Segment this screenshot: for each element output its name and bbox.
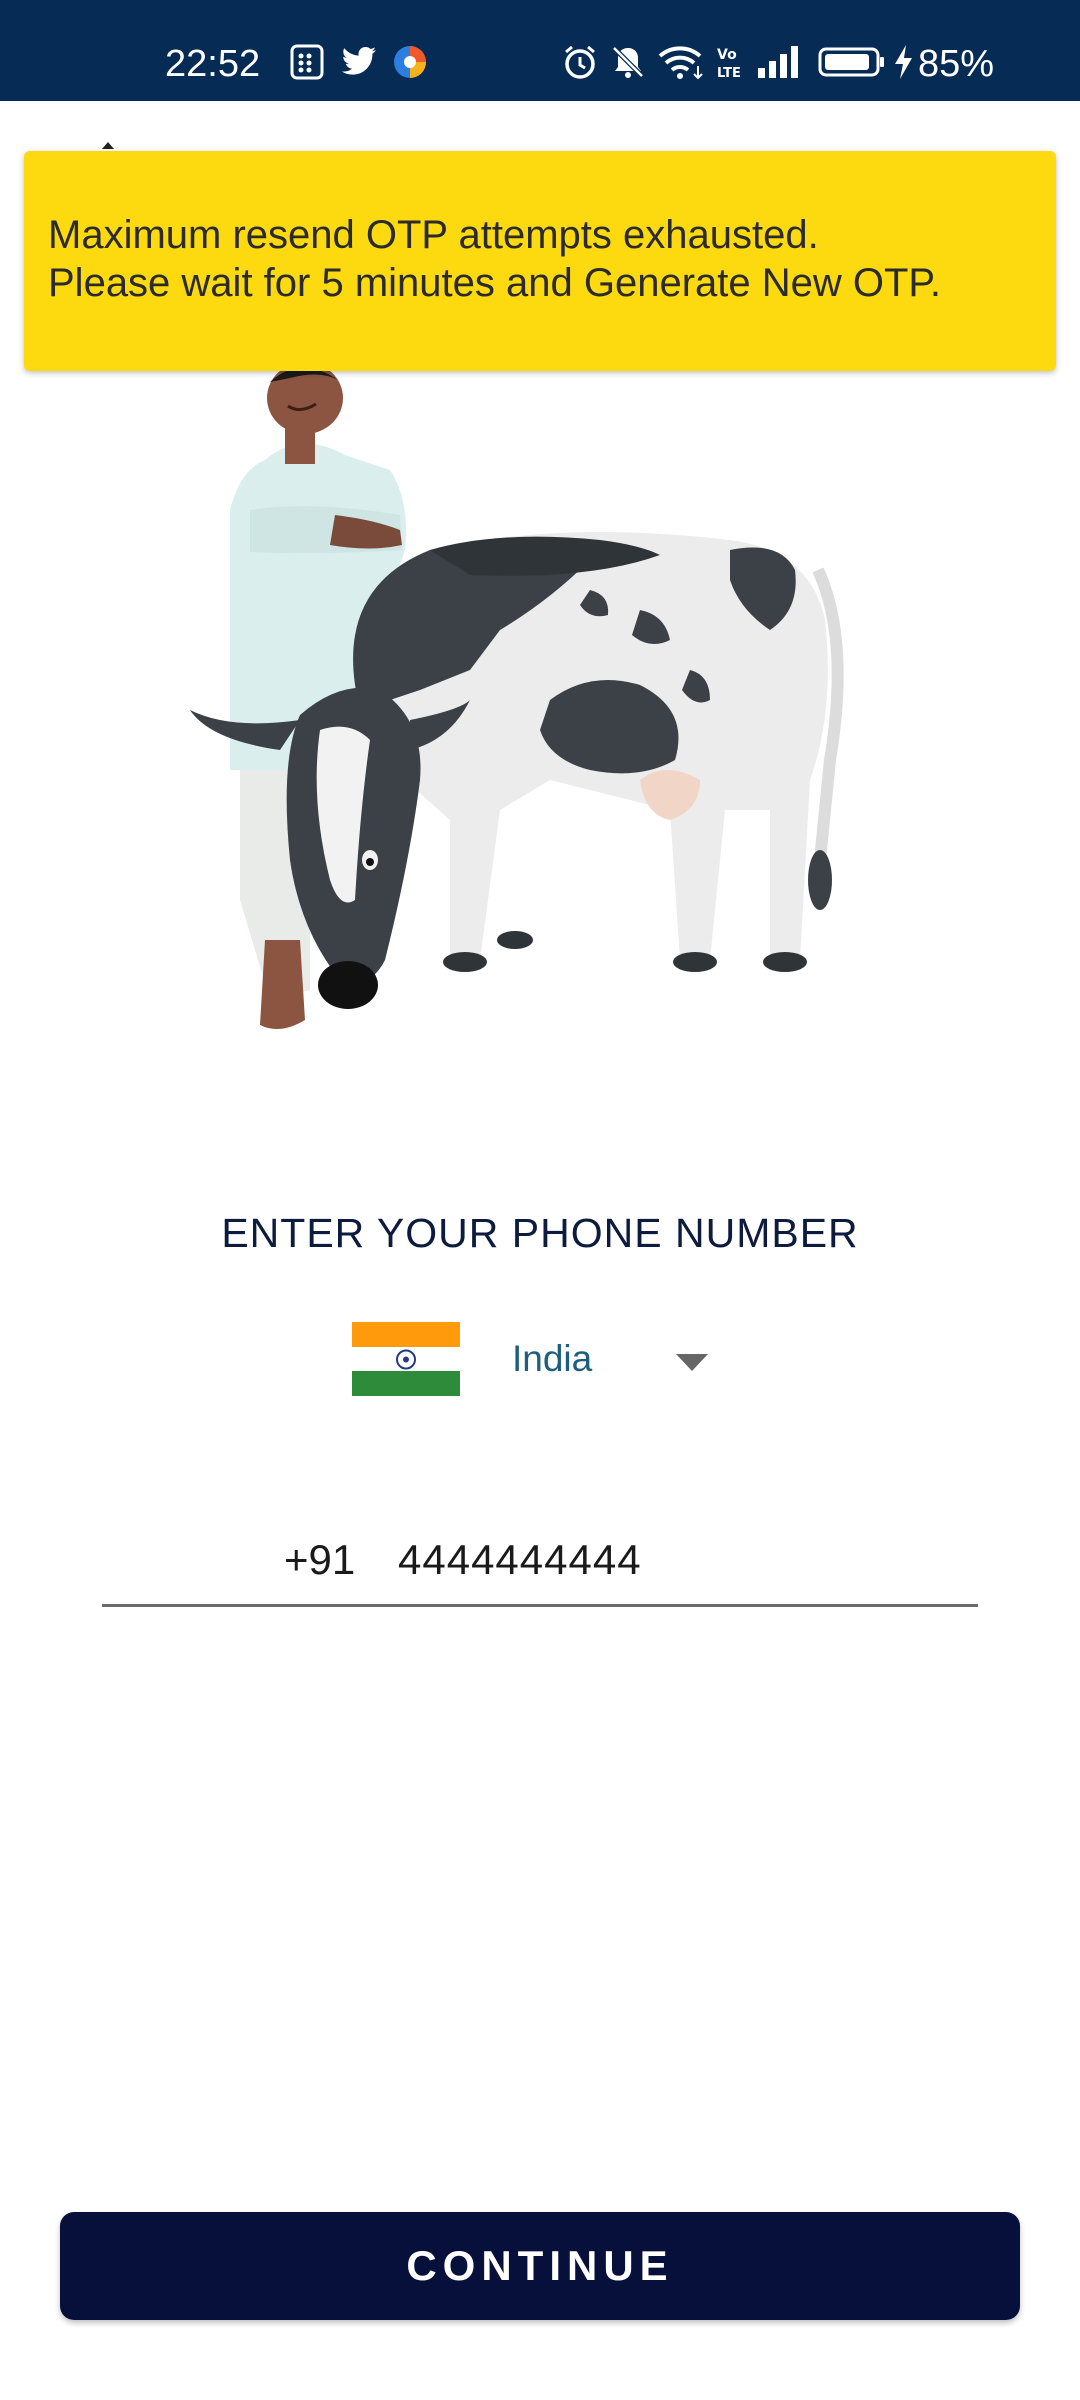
phone-number-input[interactable] [398,1530,958,1590]
alarm-icon [565,45,595,79]
battery-icon [818,47,884,77]
twitter-icon [342,47,376,75]
error-toast: Maximum resend OTP attempts exhausted. P… [24,151,1056,371]
svg-text:LTE: LTE [717,66,741,80]
phone-number-title: ENTER YOUR PHONE NUMBER [221,1210,859,1256]
wifi-icon [658,46,703,80]
chevron-down-icon[interactable] [676,1354,708,1371]
mute-icon [612,46,644,78]
toast-message-line1: Maximum resend OTP attempts exhausted. [48,213,819,257]
status-bar: 22:52 Vo LTE 85% [0,0,1080,101]
phone-number-row: +91 [102,1530,978,1607]
continue-button[interactable]: CONTINUE [60,2212,1020,2320]
india-flag-icon [352,1322,460,1396]
battery-percentage: 85% [918,43,995,85]
farmer-cow-illustration [190,362,844,1029]
toast-message-line2: Please wait for 5 minutes and Generate N… [48,261,942,305]
dial-code: +91 [284,1536,356,1583]
phone-input-underline [102,1604,978,1607]
signal-icon [758,46,798,78]
notification-grid-icon [290,44,324,80]
country-name: India [512,1338,593,1379]
status-time: 22:52 [165,43,261,85]
browser-icon [394,46,426,78]
country-selector[interactable]: India [352,1320,722,1400]
volte-icon: Vo LTE [717,47,741,80]
svg-text:Vo: Vo [717,47,737,63]
charging-icon [895,45,912,79]
